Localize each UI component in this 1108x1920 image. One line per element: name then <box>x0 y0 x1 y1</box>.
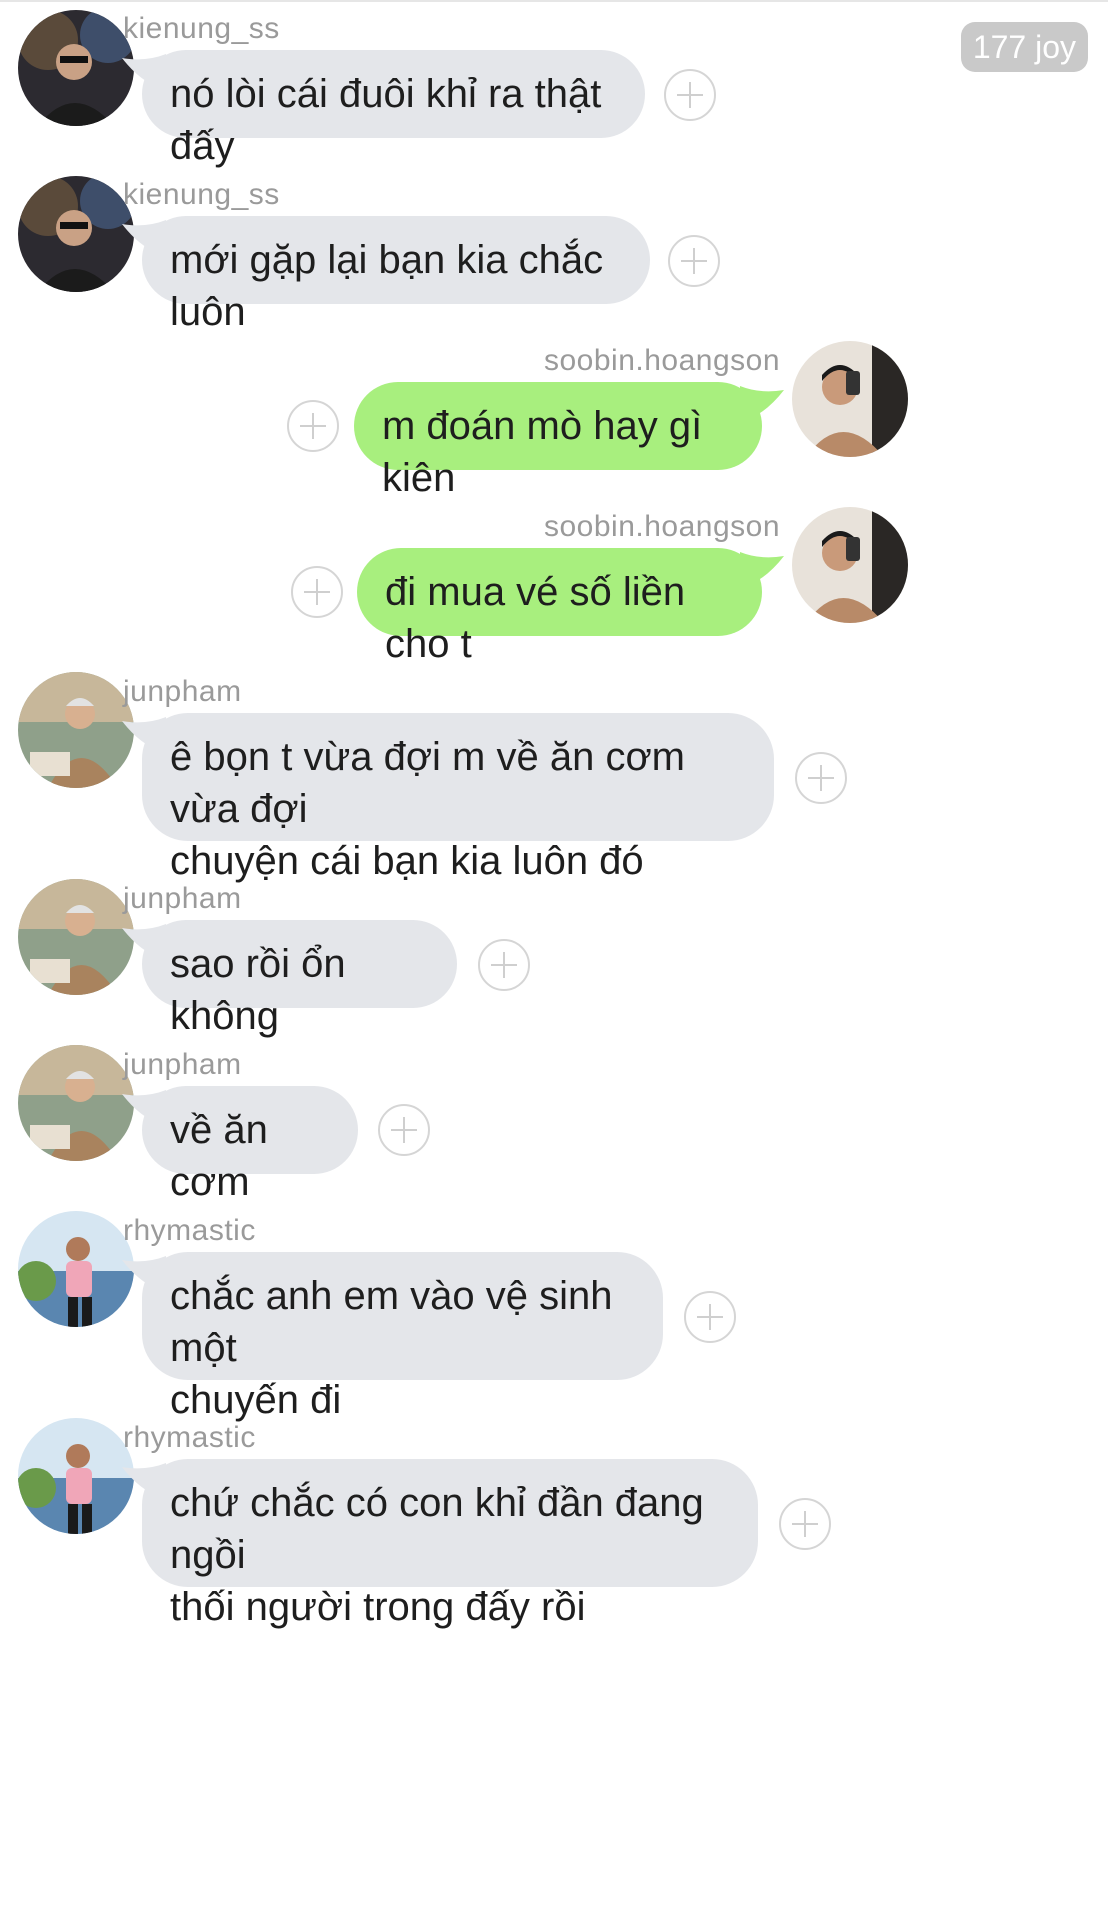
username: junpham <box>123 1048 242 1081</box>
top-divider <box>0 0 1108 2</box>
message-text-line: chuyện cái bạn kia luôn đó <box>170 839 644 883</box>
plus-circle-icon[interactable] <box>795 752 847 804</box>
username: rhymastic <box>123 1214 256 1247</box>
message-bubble[interactable]: ê bọn t vừa đợi m về ăn cơm vừa đợi chuy… <box>142 713 774 883</box>
username: rhymastic <box>123 1421 256 1454</box>
message-bubble[interactable]: về ăn cơm <box>142 1086 358 1204</box>
junpham-avatar[interactable] <box>18 672 134 788</box>
plus-circle-icon[interactable] <box>684 1291 736 1343</box>
username: junpham <box>123 675 242 708</box>
message-text-line: mới gặp lại bạn kia chắc luôn <box>170 238 604 334</box>
junpham-avatar[interactable] <box>18 879 134 995</box>
plus-circle-icon[interactable] <box>287 400 339 452</box>
message-bubble[interactable]: sao rồi ổn không <box>142 920 457 1038</box>
message-text-line: nó lòi cái đuôi khỉ ra thật đấy <box>170 72 602 168</box>
username: junpham <box>123 882 242 915</box>
plus-circle-icon[interactable] <box>664 69 716 121</box>
username: soobin.hoangson <box>543 510 780 543</box>
plus-circle-icon[interactable] <box>478 939 530 991</box>
plus-circle-icon[interactable] <box>291 566 343 618</box>
message-text-line: sao rồi ổn không <box>170 942 346 1038</box>
message-text-line: m đoán mò hay gì kiên <box>382 404 703 500</box>
message-text-line: chắc anh em vào vệ sinh một <box>170 1274 613 1370</box>
soobin-avatar[interactable] <box>792 341 908 457</box>
plus-circle-icon[interactable] <box>378 1104 430 1156</box>
message-bubble[interactable]: mới gặp lại bạn kia chắc luôn <box>142 216 650 334</box>
message-text-line: về ăn cơm <box>170 1108 268 1204</box>
message-bubble[interactable]: đi mua vé số liền cho t <box>357 548 762 666</box>
soobin-avatar[interactable] <box>792 507 908 623</box>
message-bubble[interactable]: nó lòi cái đuôi khỉ ra thật đấy <box>142 50 645 168</box>
rhymastic-avatar[interactable] <box>18 1211 134 1327</box>
rhymastic-avatar[interactable] <box>18 1418 134 1534</box>
message-text-line: chuyến đi <box>170 1378 342 1422</box>
message-text-line: chứ chắc có con khỉ đần đang ngồi <box>170 1481 704 1577</box>
message-text-line: ê bọn t vừa đợi m về ăn cơm vừa đợi <box>170 735 685 831</box>
plus-circle-icon[interactable] <box>668 235 720 287</box>
username: kienung_ss <box>123 178 280 211</box>
message-bubble[interactable]: chắc anh em vào vệ sinh một chuyến đi <box>142 1252 663 1422</box>
message-bubble[interactable]: chứ chắc có con khỉ đần đang ngồi thối n… <box>142 1459 758 1629</box>
plus-circle-icon[interactable] <box>779 1498 831 1550</box>
message-text-line: thối người trong đấy rồi <box>170 1585 586 1629</box>
username: soobin.hoangson <box>543 344 780 377</box>
kienung-avatar[interactable] <box>18 176 134 292</box>
points-badge: 177 joy <box>960 22 1088 72</box>
message-bubble[interactable]: m đoán mò hay gì kiên <box>354 382 762 500</box>
kienung-avatar[interactable] <box>18 10 134 126</box>
username: kienung_ss <box>123 12 280 45</box>
message-text-line: đi mua vé số liền cho t <box>385 570 686 666</box>
junpham-avatar[interactable] <box>18 1045 134 1161</box>
